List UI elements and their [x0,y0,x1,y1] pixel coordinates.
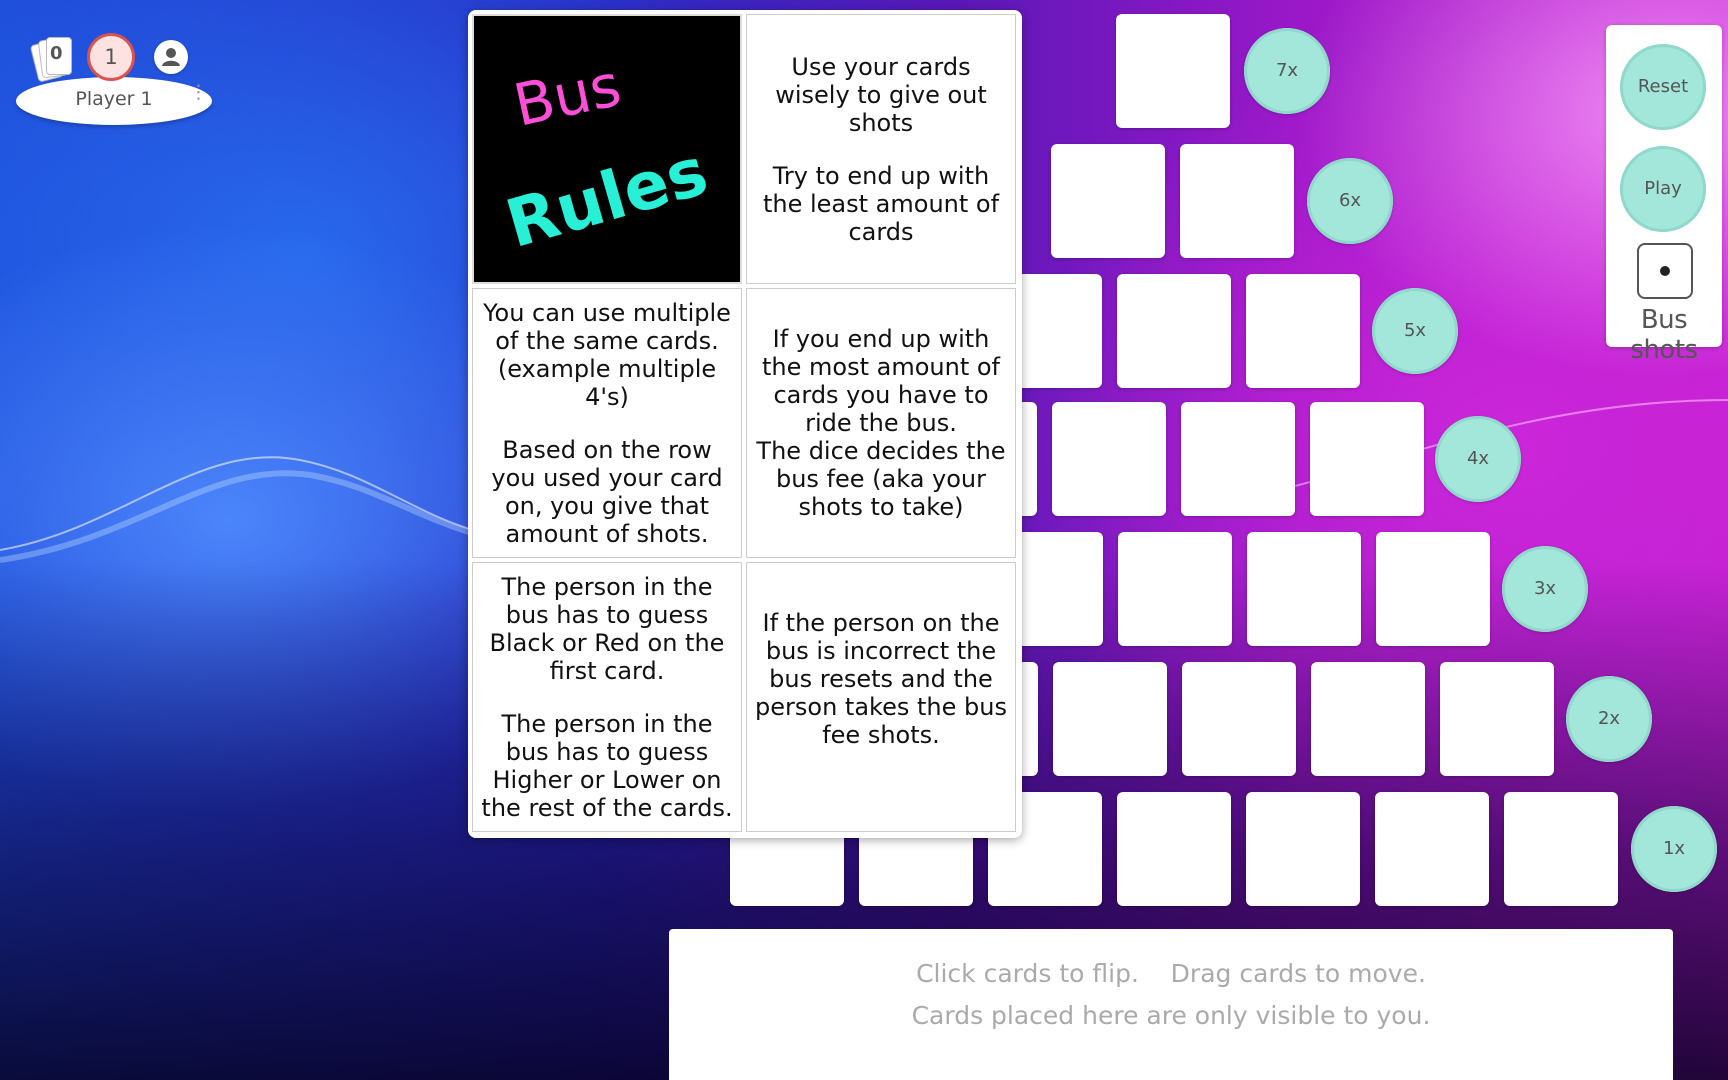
row-multiplier: 6x [1307,158,1393,244]
pyramid-card[interactable] [1504,792,1618,906]
pyramid-card[interactable] [1311,662,1425,776]
pyramid-card[interactable] [1310,402,1424,516]
rule-text: Try to end up with the least amount of c… [762,161,1000,246]
reset-button[interactable]: Reset [1620,44,1706,130]
bus-rules-logo-art: Bus Rules [498,51,716,263]
pyramid-card[interactable] [1375,792,1489,906]
dice-icon[interactable] [1637,243,1693,299]
row-multiplier: 2x [1566,676,1652,762]
player-score-badge: 1 [87,33,135,81]
rule-text: You can use multiple of the same cards. … [483,298,731,411]
rule-text: Use your cards wisely to give out shots [775,52,987,137]
row-multiplier: 4x [1435,416,1521,502]
pyramid-card[interactable] [1376,532,1490,646]
rule-cell-3: If you end up with the most amount of ca… [746,288,1016,558]
logo-bus-text: Bus [508,51,627,140]
pyramid-card[interactable] [1180,144,1294,258]
dice-pip [1660,266,1670,276]
pyramid-card[interactable] [1052,402,1166,516]
rule-cell-1: Use your cards wisely to give out shots … [746,14,1016,284]
pyramid-card[interactable] [1246,792,1360,906]
rule-cell-2: You can use multiple of the same cards. … [472,288,742,558]
rules-panel[interactable]: Bus Rules Use your cards wisely to give … [468,10,1022,838]
pyramid-card[interactable] [1182,662,1296,776]
pyramid-card[interactable] [1246,274,1360,388]
control-panel: Reset Play Bus shots [1606,25,1722,365]
rule-text: The person in the bus has to guess Black… [489,572,725,685]
private-hand-area[interactable]: Click cards to flip. Drag cards to move.… [669,929,1673,1080]
pyramid-card[interactable] [1247,532,1361,646]
rule-cell-5: If the person on the bus is incorrect th… [746,562,1016,832]
row-multiplier: 5x [1372,288,1458,374]
pyramid-card[interactable] [1117,274,1231,388]
player-widget: 0 1 Player 1 ⋮ [16,33,216,129]
pyramid-card[interactable] [1053,662,1167,776]
bus-rules-logo: Bus Rules [472,14,742,284]
rule-text: The dice decides the bus fee (aka your s… [756,437,1006,521]
play-button[interactable]: Play [1620,146,1706,232]
row-multiplier: 3x [1502,546,1588,632]
rule-text: If the person on the bus is incorrect th… [755,609,1007,749]
pyramid-card[interactable] [1118,532,1232,646]
player-menu-icon[interactable]: ⋮ [189,83,208,102]
logo-rules-text: Rules [498,133,716,263]
rule-text: If you end up with the most amount of ca… [762,325,1000,437]
player-name: Player 1 [75,88,153,110]
pyramid-card[interactable] [1181,402,1295,516]
row-multiplier: 1x [1631,806,1717,892]
bus-shots-label: Bus shots [1630,305,1698,365]
game-table: 0 1 Player 1 ⋮ Bus Rules Use your cards … [0,0,1728,1080]
row-multiplier: 7x [1244,28,1330,114]
hand-privacy-note: Cards placed here are only visible to yo… [911,1001,1431,1030]
player-card-count: 0 [50,43,63,64]
rule-text: The person in the bus has to guess Highe… [481,709,733,822]
user-avatar-icon[interactable] [154,40,188,74]
rule-text: Based on the row you used your card on, … [491,435,723,548]
pyramid-card[interactable] [1116,14,1230,128]
pyramid-card[interactable] [1051,144,1165,258]
pyramid-card[interactable] [1440,662,1554,776]
pyramid-card[interactable] [1117,792,1231,906]
rule-cell-4: The person in the bus has to guess Black… [472,562,742,832]
hand-instructions: Click cards to flip. Drag cards to move. [916,959,1426,988]
